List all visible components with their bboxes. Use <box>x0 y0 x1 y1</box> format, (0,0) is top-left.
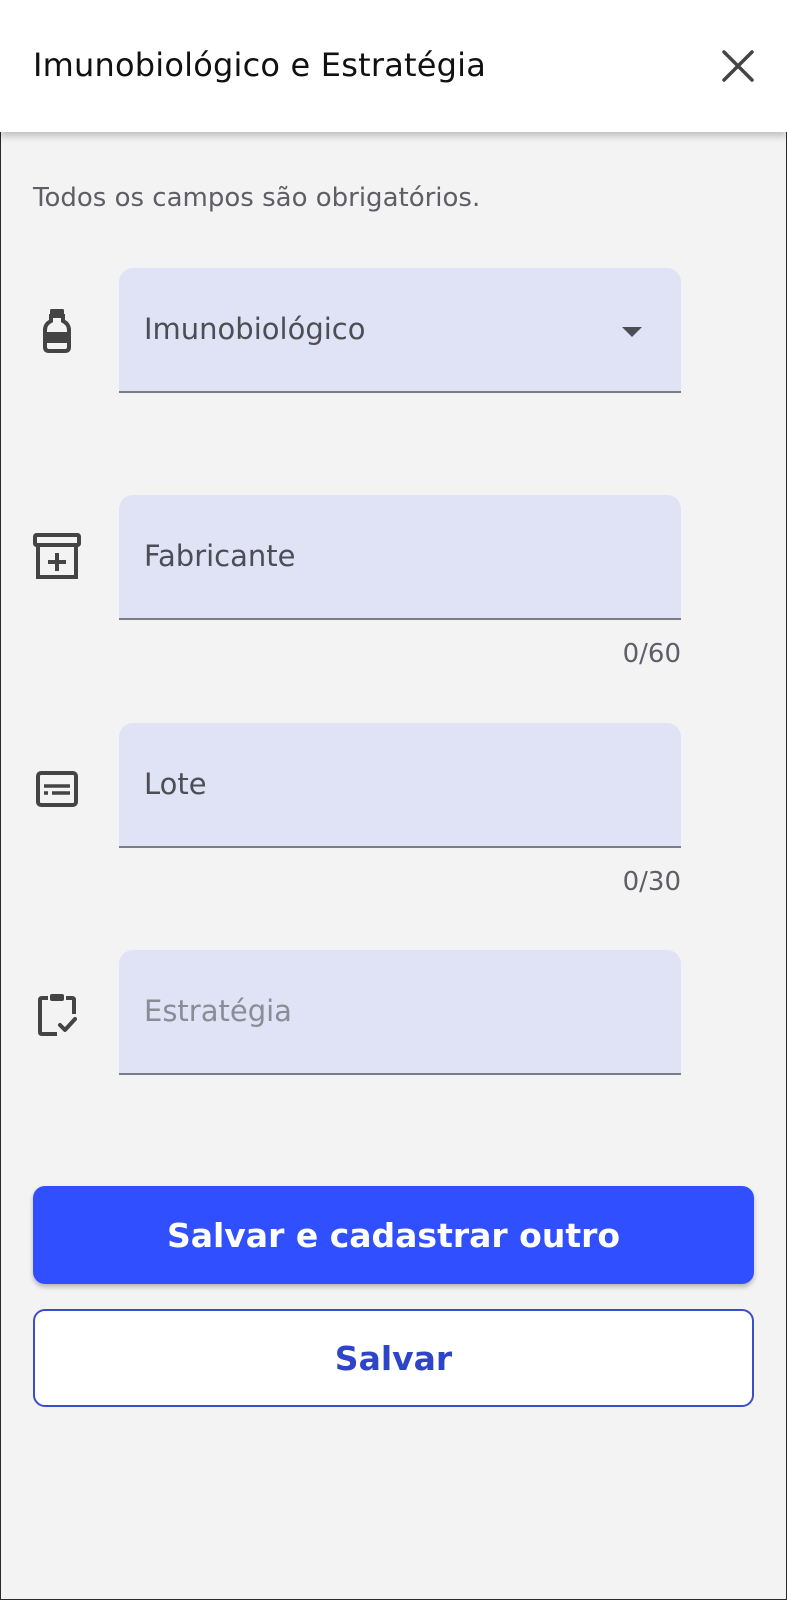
estrategia-field[interactable]: Estratégia <box>119 950 681 1075</box>
close-icon[interactable] <box>718 46 758 86</box>
lote-value: Lote <box>144 767 207 801</box>
save-button[interactable]: Salvar <box>33 1309 754 1407</box>
clipboard-check-icon <box>33 990 81 1038</box>
chevron-down-icon[interactable] <box>622 327 642 337</box>
estrategia-placeholder: Estratégia <box>144 994 292 1028</box>
dialog-header: Imunobiológico e Estratégia <box>0 0 787 132</box>
vaccine-bottle-icon <box>33 306 81 354</box>
imunobiologico-value: Imunobiológico <box>144 312 366 346</box>
imunobiologico-select[interactable]: Imunobiológico <box>119 268 681 393</box>
fabricante-counter: 0/60 <box>622 639 681 669</box>
required-fields-note: Todos os campos são obrigatórios. <box>33 183 481 213</box>
close-button[interactable] <box>718 46 758 86</box>
fabricante-value: Fabricante <box>144 539 296 573</box>
box-add-icon <box>33 533 81 581</box>
subtitles-icon <box>33 765 81 813</box>
lote-field[interactable]: Lote <box>119 723 681 848</box>
save-and-new-button[interactable]: Salvar e cadastrar outro <box>33 1186 754 1284</box>
fabricante-field[interactable]: Fabricante <box>119 495 681 620</box>
lote-counter: 0/30 <box>622 867 681 897</box>
dialog-title: Imunobiológico e Estratégia <box>33 46 487 84</box>
